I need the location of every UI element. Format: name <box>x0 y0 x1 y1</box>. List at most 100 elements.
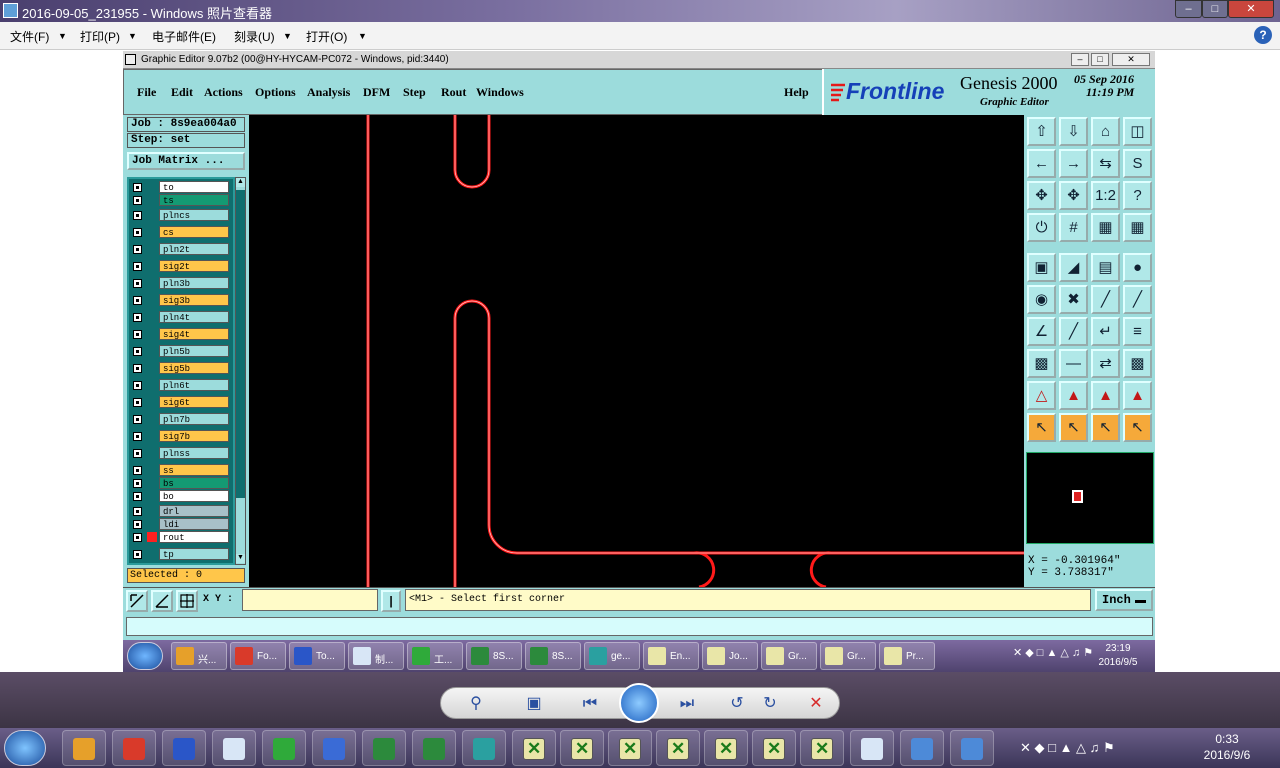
layer-scrollbar[interactable]: ▲ ▼ <box>235 177 246 565</box>
layer-row-bo[interactable]: bo <box>132 490 234 502</box>
line-red-icon[interactable]: ╱ <box>1091 285 1120 314</box>
layer-row-bs[interactable]: bs <box>132 477 234 489</box>
minimize-button[interactable]: – <box>1175 0 1202 18</box>
layer-row-pln5b[interactable]: pln5b <box>132 345 234 357</box>
job-matrix-button[interactable]: Job Matrix ... <box>127 152 245 170</box>
menu-open[interactable]: 打开(O) <box>306 28 347 45</box>
swap-icon[interactable]: ⇆ <box>1091 149 1120 178</box>
zoom-icon[interactable]: ⚲ <box>465 693 487 715</box>
rotate-left-icon[interactable]: ↺ <box>726 693 748 715</box>
layer-name[interactable]: ldi <box>159 518 229 530</box>
inner-taskbar-item[interactable]: Pr... <box>879 642 935 670</box>
graphic-canvas[interactable] <box>249 115 1024 587</box>
menu-print[interactable]: 打印(P) <box>80 28 120 45</box>
layer-row-pln3b[interactable]: pln3b <box>132 277 234 289</box>
scroll-down-icon[interactable]: ▼ <box>236 554 245 563</box>
menu-rout[interactable]: Rout <box>441 85 466 100</box>
inner-taskbar-item[interactable]: To... <box>289 642 345 670</box>
layer-name[interactable]: plnss <box>159 447 229 459</box>
layer-name[interactable]: pln7b <box>159 413 229 425</box>
layer-row-ldi[interactable]: ldi <box>132 518 234 530</box>
inner-taskbar-item[interactable]: Gr... <box>820 642 876 670</box>
layer-row-pln6t[interactable]: pln6t <box>132 379 234 391</box>
horizontal-line-icon[interactable]: — <box>1059 349 1088 378</box>
maximize-button[interactable]: □ <box>1202 0 1228 18</box>
taskbar-app[interactable] <box>704 730 748 766</box>
taskbar-app[interactable] <box>212 730 256 766</box>
scale-icon[interactable]: 1:2 <box>1091 181 1120 210</box>
layer-toggle-checkbox[interactable] <box>133 466 142 475</box>
inner-taskbar-item[interactable]: 兴... <box>171 642 227 670</box>
layer-name[interactable]: sig7b <box>159 430 229 442</box>
layer-toggle-checkbox[interactable] <box>133 550 142 559</box>
pan-icon[interactable]: ✥ <box>1059 181 1088 210</box>
menu-file[interactable]: File <box>137 85 156 100</box>
taskbar-app[interactable] <box>850 730 894 766</box>
layer-row-ts[interactable]: ts <box>132 194 234 206</box>
inner-taskbar-item[interactable]: 8S... <box>525 642 581 670</box>
menu-help[interactable]: Help <box>784 85 809 100</box>
cross-icon[interactable]: ✖ <box>1059 285 1088 314</box>
layer-name[interactable]: pln2t <box>159 243 229 255</box>
snap-grid-icon[interactable]: # <box>1059 213 1088 242</box>
inner-taskbar-item[interactable]: 8S... <box>466 642 522 670</box>
layer-toggle-checkbox[interactable] <box>133 196 142 205</box>
layer-name[interactable]: sig4t <box>159 328 229 340</box>
layer-toggle-checkbox[interactable] <box>133 296 142 305</box>
menu-windows[interactable]: Windows <box>476 85 524 100</box>
layer-name[interactable]: plncs <box>159 209 229 221</box>
layer-toggle-checkbox[interactable] <box>133 492 142 501</box>
layer-toggle-checkbox[interactable] <box>133 347 142 356</box>
taskbar-app[interactable] <box>262 730 306 766</box>
layer-row-pln2t[interactable]: pln2t <box>132 243 234 255</box>
layer-name[interactable]: bo <box>159 490 229 502</box>
group-icon[interactable]: ▩ <box>1123 349 1152 378</box>
layer-toggle-checkbox[interactable] <box>133 432 142 441</box>
taskbar-app[interactable] <box>312 730 356 766</box>
layer-row-plncs[interactable]: plncs <box>132 209 234 221</box>
next-icon[interactable]: ⏭ <box>676 693 698 715</box>
menu-file[interactable]: 文件(F) <box>10 28 49 45</box>
taskbar-app[interactable] <box>950 730 994 766</box>
break-icon[interactable]: ≡ <box>1123 317 1152 346</box>
slideshow-button[interactable] <box>619 683 659 723</box>
layer-row-sig4t[interactable]: sig4t <box>132 328 234 340</box>
menu-step[interactable]: Step <box>403 85 426 100</box>
route-select-icon[interactable]: ↖ <box>1123 413 1152 442</box>
layer-name[interactable]: sig3b <box>159 294 229 306</box>
layer-name[interactable]: bs <box>159 477 229 489</box>
previous-icon[interactable]: ⏮ <box>579 693 601 715</box>
rout-path-icon[interactable]: S <box>1123 149 1152 178</box>
menu-options[interactable]: Options <box>255 85 296 100</box>
layer-row-sig7b[interactable]: sig7b <box>132 430 234 442</box>
layer-name[interactable]: drl <box>159 505 229 517</box>
zoom-in-icon[interactable]: ← <box>1027 149 1056 178</box>
inner-taskbar-item[interactable]: Gr... <box>761 642 817 670</box>
triangle-b-icon[interactable]: ▲ <box>1091 381 1120 410</box>
resize-icon[interactable]: ⇄ <box>1091 349 1120 378</box>
ruler-icon[interactable]: ▤ <box>1091 253 1120 282</box>
menu-burn[interactable]: 刻录(U) <box>234 28 275 45</box>
xy-input[interactable] <box>242 589 378 611</box>
layer-toggle-checkbox[interactable] <box>133 211 142 220</box>
inner-taskbar-item[interactable]: 工... <box>407 642 463 670</box>
open-job-icon[interactable]: ⇧ <box>1027 117 1056 146</box>
layer-name[interactable]: sig6t <box>159 396 229 408</box>
layer-toggle-checkbox[interactable] <box>133 533 142 542</box>
layer-row-drl[interactable]: drl <box>132 505 234 517</box>
taskbar-app[interactable] <box>656 730 700 766</box>
layer-toggle-checkbox[interactable] <box>133 228 142 237</box>
cursor-bar-icon[interactable]: | <box>381 590 401 612</box>
close-button[interactable]: ✕ <box>1228 0 1274 18</box>
layer-name[interactable]: ss <box>159 464 229 476</box>
layer-row-tp[interactable]: tp <box>132 548 234 560</box>
layer-toggle-checkbox[interactable] <box>133 262 142 271</box>
menu-actions[interactable]: Actions <box>204 85 243 100</box>
overview-map[interactable] <box>1026 452 1154 544</box>
arc-icon[interactable]: ↵ <box>1091 317 1120 346</box>
scroll-up-icon[interactable]: ▲ <box>236 178 245 187</box>
os-clock[interactable]: 0:33 2016/9/6 <box>1190 731 1264 765</box>
circle-pad-icon[interactable]: ● <box>1123 253 1152 282</box>
taskbar-app[interactable] <box>560 730 604 766</box>
select-net-icon[interactable]: ↖ <box>1091 413 1120 442</box>
